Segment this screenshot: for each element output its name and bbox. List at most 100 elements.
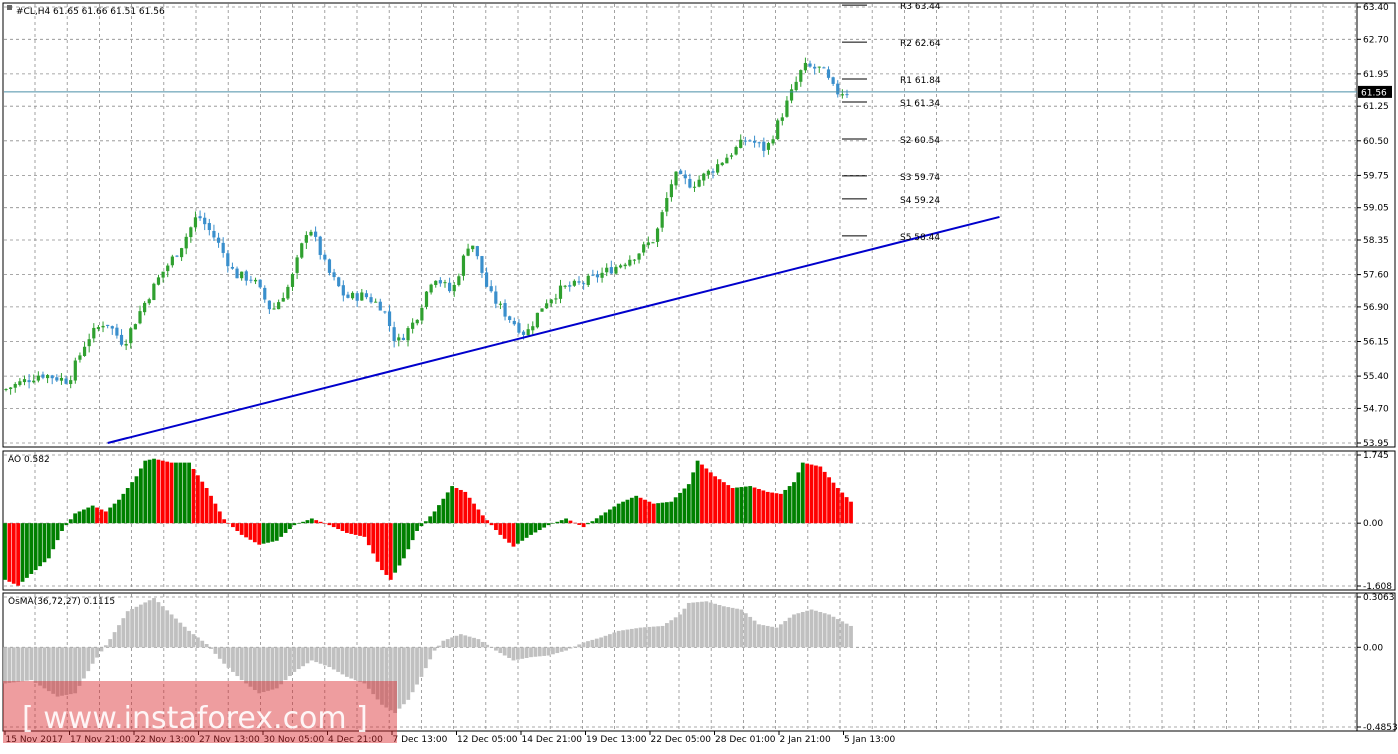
osma-bar xyxy=(765,625,770,648)
osma-bar xyxy=(476,639,481,648)
ao-axis-label: 0.00 xyxy=(1363,519,1383,529)
ao-bar xyxy=(717,479,722,524)
osma-bar xyxy=(730,607,735,648)
ao-bar xyxy=(774,493,779,524)
osma-bar xyxy=(568,647,573,649)
ao-bar xyxy=(805,463,810,524)
candle-body xyxy=(826,69,831,78)
ao-bar xyxy=(266,523,270,543)
ao-bar xyxy=(371,523,376,554)
candle-body xyxy=(189,227,193,238)
chart-window[interactable]: 63.40 62.70 61.95 61.25 60.50 59.75 59.05 58.35… xyxy=(0,0,1398,750)
candle-body xyxy=(152,283,156,301)
ao-bar xyxy=(664,502,669,524)
candle-body xyxy=(780,117,784,121)
candle-body xyxy=(424,291,429,307)
osma-bar xyxy=(174,618,178,648)
osma-bar xyxy=(800,611,805,648)
ao-bar xyxy=(441,498,446,524)
ao-bar xyxy=(314,520,319,524)
ao-bar xyxy=(428,516,433,524)
ao-bar xyxy=(757,488,761,524)
osma-bar xyxy=(721,606,726,648)
ao-bar xyxy=(156,459,161,524)
candle-body xyxy=(304,235,308,243)
ao-bar xyxy=(638,497,643,524)
candle-body xyxy=(739,139,743,148)
candle-body xyxy=(73,360,77,381)
ao-bar xyxy=(349,523,354,534)
panel-frame-0 xyxy=(2,2,1396,448)
osma-bar xyxy=(502,647,507,656)
osma-bar xyxy=(121,618,126,648)
ao-bar xyxy=(51,523,56,550)
candle-body xyxy=(494,291,498,304)
ao-bar xyxy=(809,464,814,524)
candle-body xyxy=(521,331,526,335)
osma-bar xyxy=(463,635,468,648)
ao-bar xyxy=(331,523,336,528)
ao-bar xyxy=(103,511,108,524)
ao-bar xyxy=(800,462,805,524)
candle-body xyxy=(166,265,170,272)
ao-bar xyxy=(621,501,625,524)
candle-body xyxy=(716,164,720,173)
ao-bar xyxy=(200,481,205,524)
candle-body xyxy=(577,281,581,283)
candle-body xyxy=(207,223,211,231)
osma-bar xyxy=(564,647,568,651)
ao-bar xyxy=(450,486,455,524)
candle-body xyxy=(457,276,461,285)
candle-body xyxy=(337,277,341,287)
ao-bar xyxy=(16,523,21,586)
osma-bar xyxy=(125,611,130,648)
candle-body xyxy=(272,308,276,310)
ao-bar xyxy=(257,523,262,545)
candle-body xyxy=(22,379,27,383)
ao-bar xyxy=(748,486,753,524)
candle-body xyxy=(332,272,336,278)
ao-bar xyxy=(195,475,200,524)
osma-bar xyxy=(594,638,599,648)
osma-bar xyxy=(743,613,748,648)
osma-bar xyxy=(191,634,196,648)
osma-bar xyxy=(108,639,113,648)
osma-bar xyxy=(16,647,21,682)
osma-bar xyxy=(419,647,424,677)
ao-bar xyxy=(743,486,748,524)
ao-bar xyxy=(581,523,586,528)
ao-bar xyxy=(318,521,323,524)
osma-bar xyxy=(511,647,516,661)
osma-bar xyxy=(445,639,450,648)
candle-body xyxy=(429,284,433,293)
osma-bar xyxy=(437,645,441,648)
candle-body xyxy=(96,327,101,330)
ao-bar xyxy=(393,523,398,573)
candle-body xyxy=(295,257,299,273)
chart-svg[interactable]: 63.40 62.70 61.95 61.25 60.50 59.75 59.05 58.35… xyxy=(0,0,1398,750)
ao-bar xyxy=(770,492,774,524)
ao-bar xyxy=(410,523,415,541)
candle-body xyxy=(531,326,535,331)
osma-bar xyxy=(217,647,222,659)
osma-bar xyxy=(428,647,433,660)
osma-bar xyxy=(239,647,244,681)
ao-bar xyxy=(134,476,139,524)
candle-body xyxy=(692,186,697,188)
ao-bar xyxy=(735,487,739,524)
osma-bar xyxy=(770,626,774,648)
candle-body xyxy=(817,66,821,68)
osma-bar xyxy=(590,639,595,648)
osma-bar xyxy=(739,609,744,648)
ao-bar xyxy=(353,523,358,535)
candle-body xyxy=(572,280,576,286)
price-axis-label: 56.90 xyxy=(1363,303,1389,313)
price-axis-label: 53.95 xyxy=(1363,439,1389,449)
osma-bar xyxy=(555,647,560,654)
ao-bar xyxy=(86,507,91,524)
osma-bar xyxy=(327,647,332,668)
ao-bar xyxy=(458,489,463,524)
candle-body xyxy=(508,316,512,321)
osma-bar xyxy=(441,640,446,648)
ao-bar xyxy=(25,523,29,578)
